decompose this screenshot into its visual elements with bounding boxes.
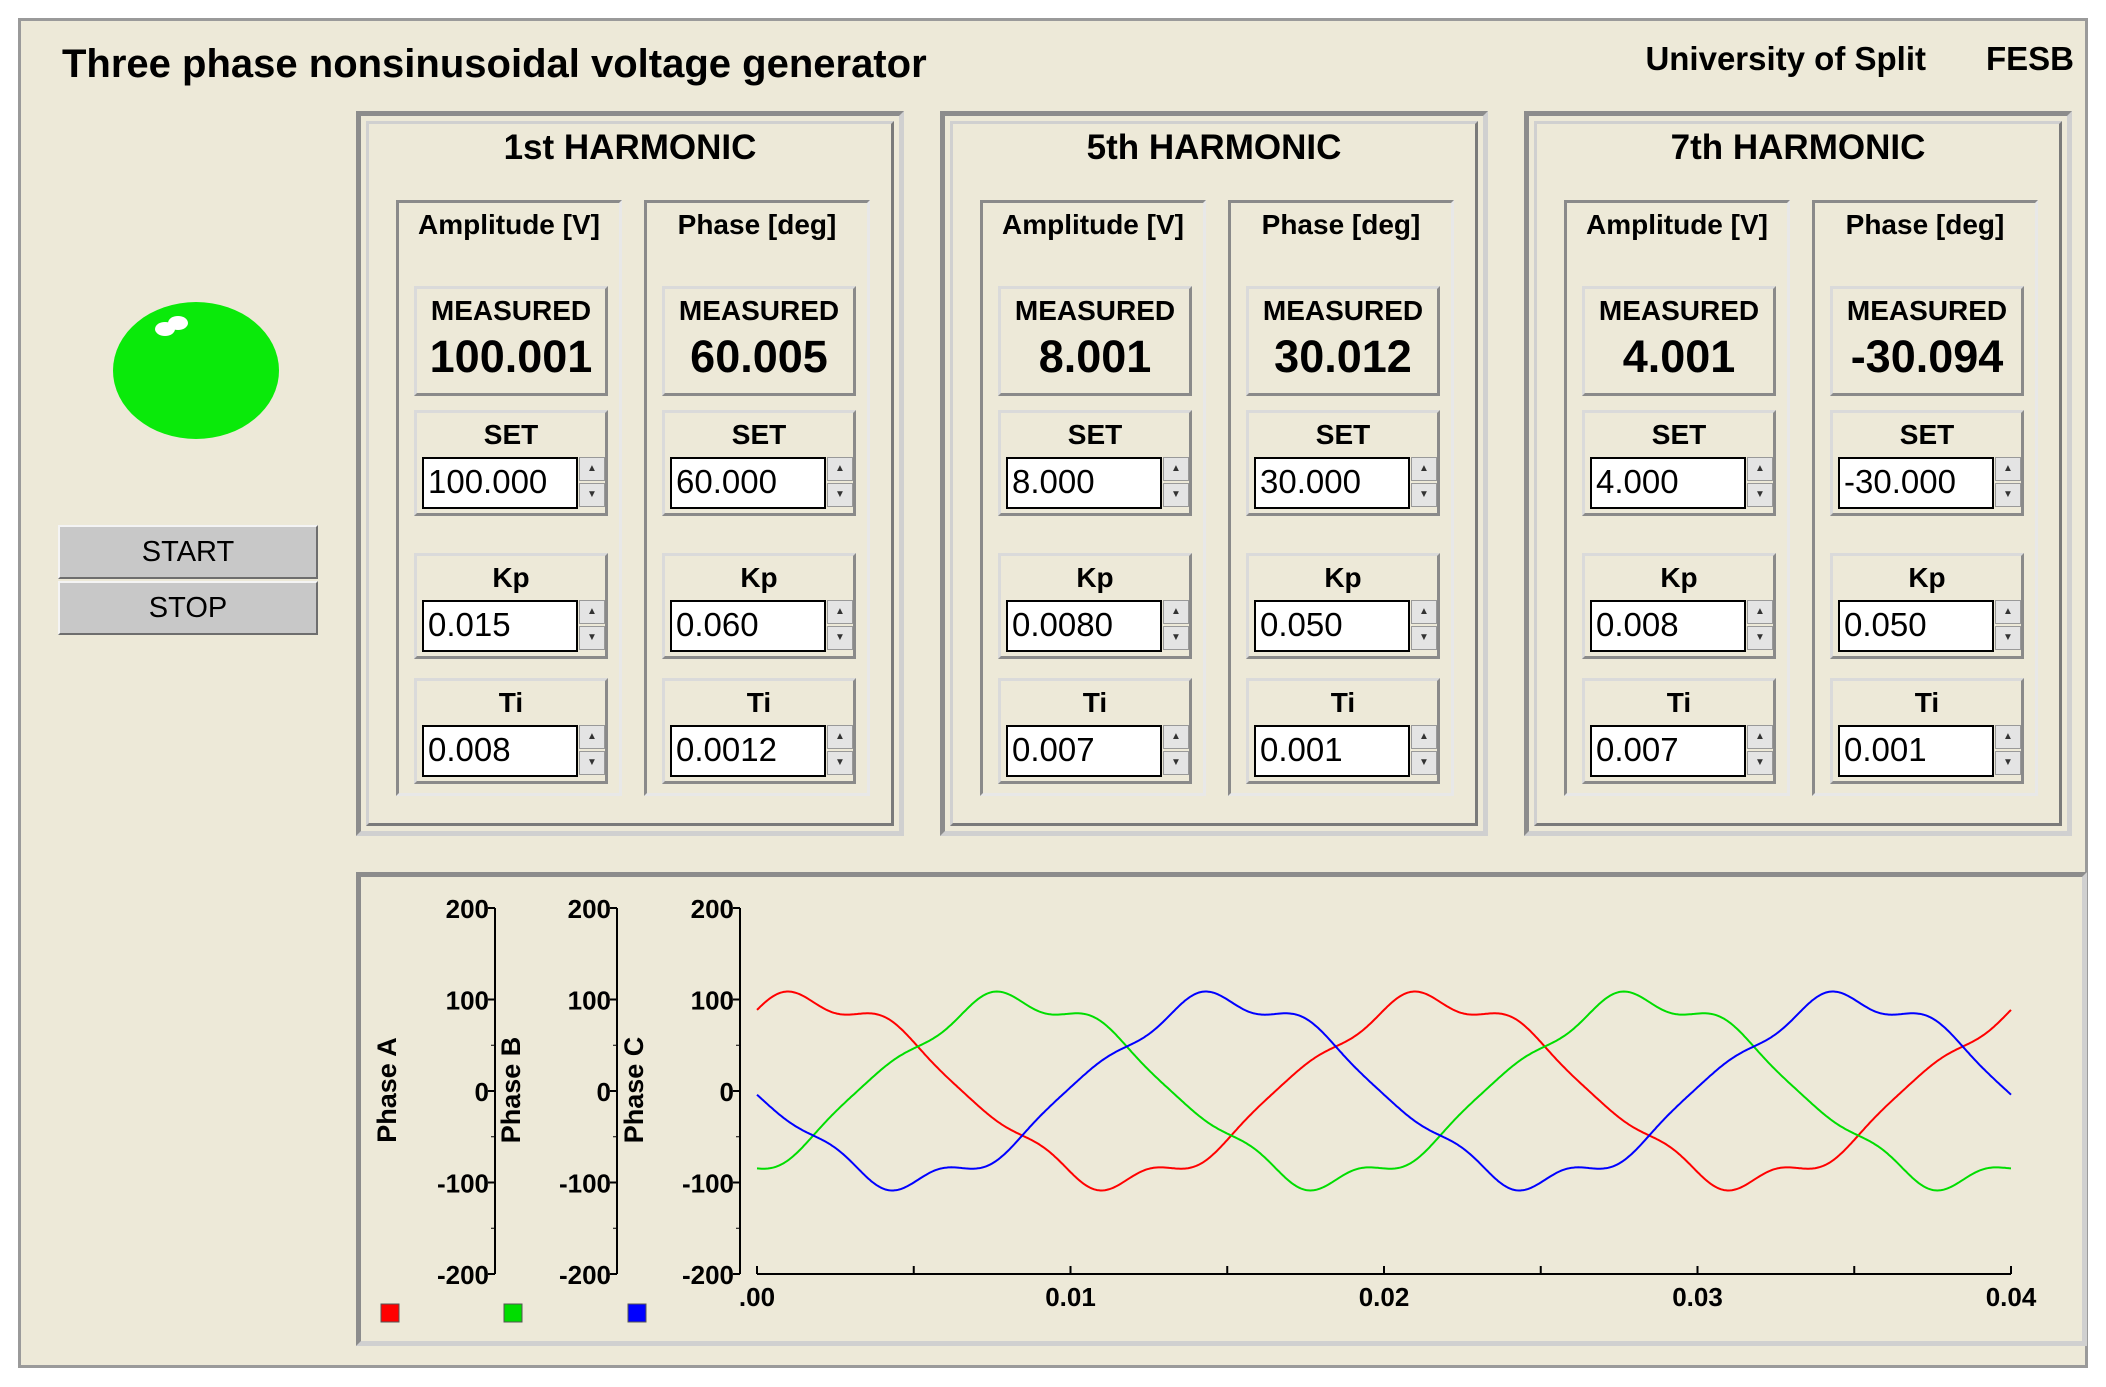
series-legend-swatch [503,1303,523,1323]
series-line-phase-a [756,990,2012,1192]
x-tick-label: 0.01 [1045,1282,1096,1312]
y-tick-label: 100 [446,986,489,1016]
y-tick-label: 100 [568,986,611,1016]
series-line-phase-b [756,990,2012,1192]
y-tick-label: 200 [446,894,489,924]
y-tick-label: -100 [559,1169,611,1199]
y-axis-label: Phase C [619,1037,649,1144]
x-tick-label: 0.04 [1986,1282,2037,1312]
waveform-plot: 200 100 0 -100 -200 Phase A 200 100 0 -100 -200 Pha… [356,872,2087,1346]
y-tick-label: 200 [691,894,734,924]
y-axis-label: Phase A [372,1037,402,1143]
y-tick-label: 0 [720,1077,734,1107]
y-tick-label: 200 [568,894,611,924]
x-tick-label: 0.02 [1359,1282,1410,1312]
y-tick-label: -100 [682,1169,734,1199]
y-axis-label: Phase B [496,1037,526,1144]
y-tick-label: 0 [597,1077,611,1107]
y-tick-label: -200 [559,1260,611,1290]
y-tick-label: 0 [475,1077,489,1107]
series-legend-swatch [627,1303,647,1323]
y-tick-label: -100 [437,1169,489,1199]
y-tick-label: 100 [691,986,734,1016]
x-tick-label: 0.03 [1672,1282,1723,1312]
series-legend-swatch [380,1303,400,1323]
y-tick-label: -200 [437,1260,489,1290]
y-tick-label: -200 [682,1260,734,1290]
series-line-phase-c [756,990,2012,1192]
x-tick-label: .00 [739,1282,775,1312]
waveform-chart: 200 100 0 -100 -200 Phase A 200 100 0 -100 -200 Pha… [372,894,2037,1323]
